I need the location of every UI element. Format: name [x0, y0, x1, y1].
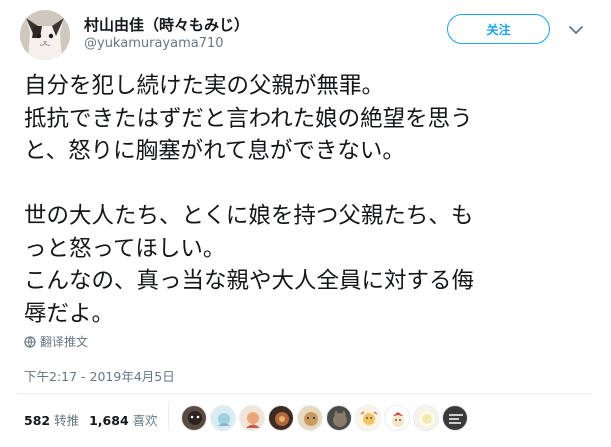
tweet-line: と、怒りに胸塞がれて息ができない。 — [24, 138, 405, 164]
likes-count: 1,684 — [89, 413, 129, 428]
liker-avatar[interactable] — [326, 405, 352, 431]
liker-avatar[interactable] — [355, 405, 381, 431]
cat-avatar-image — [20, 10, 70, 60]
liker-avatar[interactable] — [181, 405, 207, 431]
liker-avatar[interactable] — [268, 405, 294, 431]
avatar[interactable] — [20, 10, 70, 60]
tweet-timestamp[interactable]: 下午2:17 - 2019年4月5日 — [24, 366, 175, 385]
stats-separator — [168, 402, 169, 430]
globe-icon — [24, 335, 36, 348]
tweet-line: 世の大人たち、とくに娘を持つ父親たち、も — [24, 203, 474, 229]
liker-avatar[interactable] — [442, 405, 468, 431]
likers-avatars — [181, 405, 471, 431]
liker-avatar[interactable] — [297, 405, 323, 431]
display-name[interactable]: 村山由佳（時々もみじ） — [84, 14, 249, 35]
liker-avatar[interactable] — [384, 405, 410, 431]
translate-label: 翻译推文 — [40, 335, 89, 349]
tweet-line: こんなの、真っ当な親や大人全員に対する侮 — [24, 268, 475, 294]
liker-avatar[interactable] — [210, 405, 236, 431]
retweets-label: 转推 — [54, 413, 80, 428]
retweets-stat[interactable]: 582 转推 — [24, 410, 79, 429]
tweet-line: 抵抗できたはずだと言われた娘の絶望を思う — [24, 105, 473, 132]
likes-stat[interactable]: 1,684 喜欢 — [89, 410, 158, 429]
divider — [18, 393, 593, 394]
tweet-line: 辱だよ。 — [24, 300, 115, 327]
follow-button[interactable]: 关注 — [447, 14, 550, 44]
likes-label: 喜欢 — [132, 413, 158, 428]
tweet-card: 村山由佳（時々もみじ） @yukamurayama710 关注 自分を犯し続けた… — [0, 0, 611, 447]
retweets-count: 582 — [24, 413, 51, 428]
tweet-text: 自分を犯し続けた実の父親が無罪。 抵抗できたはずだと言われた娘の絶望を思う と、… — [24, 70, 594, 330]
tweet-stats: 582 转推 1,684 喜欢 — [24, 410, 168, 429]
liker-avatar[interactable] — [413, 405, 439, 431]
tweet-line: 自分を犯し続けた実の父親が無罪。 — [24, 73, 385, 99]
liker-avatar[interactable] — [239, 405, 265, 431]
translate-tweet-link[interactable]: 翻译推文 — [24, 333, 88, 350]
user-handle[interactable]: @yukamurayama710 — [84, 36, 224, 51]
chevron-down-icon[interactable] — [568, 24, 584, 36]
tweet-line: っと怒ってほしい。 — [24, 235, 226, 262]
